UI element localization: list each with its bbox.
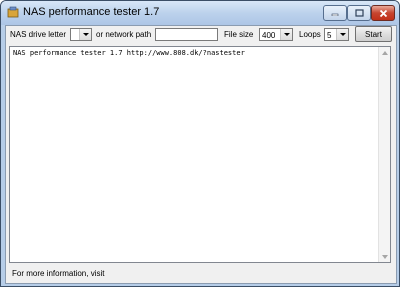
output-textarea[interactable]: NAS performance tester 1.7 http://www.80… [9, 46, 391, 263]
scroll-up-icon[interactable] [379, 47, 390, 58]
loops-value: 5 [327, 31, 332, 40]
file-size-value: 400 [262, 31, 276, 40]
chevron-down-icon [336, 29, 348, 40]
app-icon [7, 6, 19, 18]
drive-letter-select[interactable] [70, 28, 92, 41]
output-text: NAS performance tester 1.7 http://www.80… [13, 49, 245, 57]
close-icon [379, 9, 387, 17]
network-path-input[interactable] [155, 28, 218, 41]
maximize-button[interactable] [347, 5, 371, 21]
vertical-scrollbar[interactable] [378, 47, 390, 262]
chevron-down-icon [79, 29, 91, 40]
status-text: For more information, visit [12, 269, 105, 278]
app-window: NAS performance tester 1.7 NAS drive let… [0, 0, 400, 287]
drive-letter-label: NAS drive letter [10, 30, 67, 39]
chevron-down-icon [280, 29, 292, 40]
title-bar[interactable]: NAS performance tester 1.7 [1, 1, 399, 25]
window-title: NAS performance tester 1.7 [23, 6, 160, 18]
client-area: NAS drive letter or network path File si… [5, 25, 397, 284]
close-button[interactable] [371, 5, 395, 21]
maximize-icon [354, 9, 364, 17]
minimize-button[interactable] [323, 5, 347, 21]
file-size-label: File size [224, 30, 254, 39]
loops-select[interactable]: 5 [324, 28, 349, 41]
loops-label: Loops [299, 30, 321, 39]
start-button[interactable]: Start [355, 26, 392, 42]
network-path-label: or network path [96, 30, 152, 39]
scroll-down-icon[interactable] [379, 251, 390, 262]
minimize-icon [331, 13, 339, 16]
file-size-select[interactable]: 400 [259, 28, 293, 41]
